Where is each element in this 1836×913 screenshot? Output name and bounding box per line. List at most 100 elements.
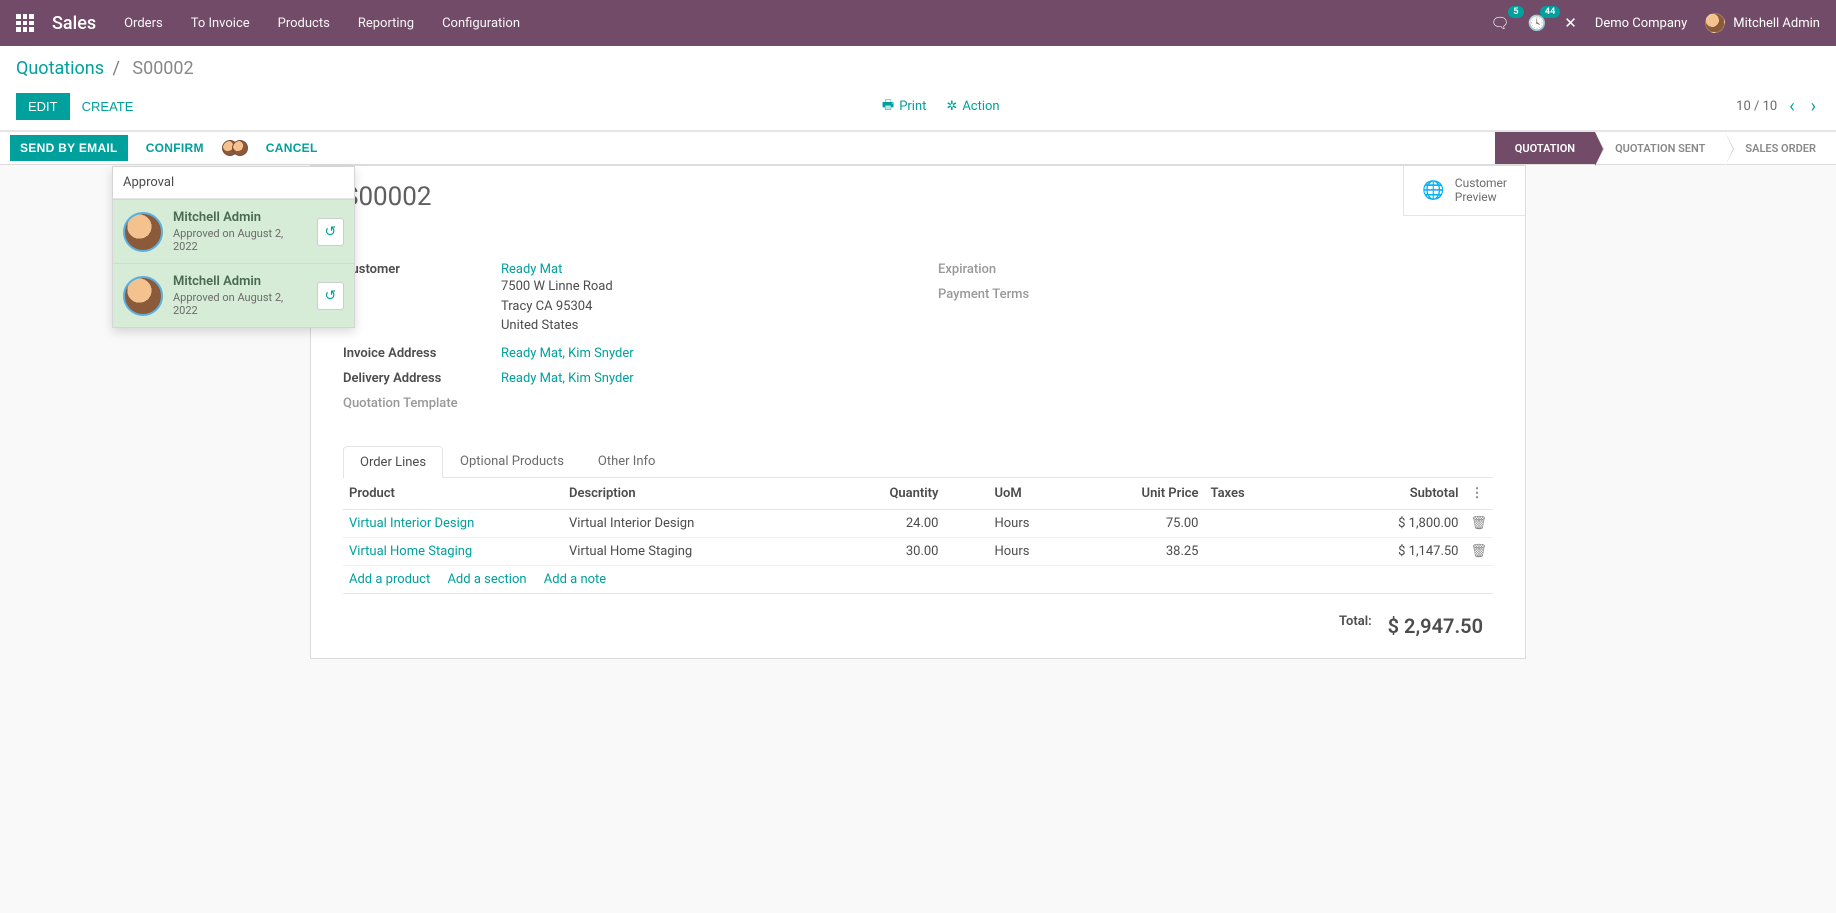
customer-city: Tracy CA 95304 — [501, 297, 613, 317]
tab-other-info[interactable]: Other Info — [581, 445, 673, 477]
add-section-link[interactable]: Add a section — [447, 572, 526, 587]
pager-prev-icon[interactable]: ‹ — [1785, 96, 1798, 117]
label-customer: Customer — [343, 262, 501, 336]
revoke-approval-button[interactable]: ↺ — [317, 282, 344, 310]
record-name: S00002 — [343, 182, 1493, 212]
breadcrumb-sep: / — [112, 58, 119, 79]
pager[interactable]: 10 / 10 — [1736, 99, 1777, 114]
approver-name: Mitchell Admin — [173, 274, 307, 289]
delete-line-icon[interactable]: 🗑 — [1470, 516, 1487, 531]
table-row[interactable]: Virtual Home Staging Virtual Home Stagin… — [343, 537, 1493, 565]
undo-icon: ↺ — [325, 224, 337, 240]
line-qty: 30.00 — [844, 537, 944, 565]
nav-configuration[interactable]: Configuration — [442, 16, 520, 31]
col-unit-price: Unit Price — [1064, 478, 1204, 510]
pager-next-icon[interactable]: › — [1807, 96, 1820, 117]
messages-badge: 5 — [1508, 6, 1523, 18]
action-button[interactable]: ✲Action — [946, 96, 999, 118]
cancel-button[interactable]: CANCEL — [256, 135, 328, 161]
line-product[interactable]: Virtual Interior Design — [349, 516, 474, 531]
line-taxes — [1204, 509, 1324, 537]
approval-item: Mitchell Admin Approved on August 2, 202… — [113, 199, 354, 263]
revoke-approval-button[interactable]: ↺ — [317, 218, 344, 246]
order-lines-table: Product Description Quantity UoM Unit Pr… — [343, 478, 1493, 594]
approval-meta: Approved on August 2, 2022 — [173, 291, 307, 317]
col-subtotal: Subtotal — [1324, 478, 1464, 510]
tab-order-lines[interactable]: Order Lines — [343, 446, 443, 478]
delivery-address-link[interactable]: Ready Mat, Kim Snyder — [501, 371, 634, 386]
columns-menu-icon[interactable]: ⋮ — [1470, 486, 1483, 501]
delete-line-icon[interactable]: 🗑 — [1470, 544, 1487, 559]
label-quotation-template: Quotation Template — [343, 396, 501, 411]
tabs: Order Lines Optional Products Other Info — [343, 445, 1493, 478]
approval-meta: Approved on August 2, 2022 — [173, 227, 307, 253]
line-uom: Hours — [944, 509, 1064, 537]
add-note-link[interactable]: Add a note — [544, 572, 606, 587]
line-taxes — [1204, 537, 1324, 565]
nav-menu: Orders To Invoice Products Reporting Con… — [124, 16, 520, 31]
apps-icon[interactable] — [16, 14, 34, 32]
nav-orders[interactable]: Orders — [124, 16, 163, 31]
nav-reporting[interactable]: Reporting — [358, 16, 414, 31]
col-taxes: Taxes — [1204, 478, 1324, 510]
invoice-address-link[interactable]: Ready Mat, Kim Snyder — [501, 346, 634, 361]
send-by-email-button[interactable]: SEND BY EMAIL — [10, 135, 128, 161]
form-sheet: 🌐 Customer Preview S00002 Customer Ready… — [310, 165, 1526, 659]
line-price: 38.25 — [1064, 537, 1204, 565]
add-product-link[interactable]: Add a product — [349, 572, 430, 587]
app-brand[interactable]: Sales — [52, 13, 96, 34]
line-subtotal: $ 1,147.50 — [1324, 537, 1464, 565]
button-box: 🌐 Customer Preview — [1403, 166, 1525, 216]
edit-button[interactable]: EDIT — [16, 93, 70, 120]
stage-quotation[interactable]: QUOTATION — [1495, 132, 1595, 164]
main-navbar: Sales Orders To Invoice Products Reporti… — [0, 0, 1836, 46]
tab-optional-products[interactable]: Optional Products — [443, 445, 581, 477]
approver-avatar-icon — [232, 140, 248, 156]
line-subtotal: $ 1,800.00 — [1324, 509, 1464, 537]
col-uom: UoM — [944, 478, 1064, 510]
stage-sales-order[interactable]: SALES ORDER — [1725, 132, 1836, 164]
print-button[interactable]: 🖶Print — [882, 96, 926, 118]
confirm-button[interactable]: CONFIRM — [136, 135, 214, 161]
col-product: Product — [343, 478, 563, 510]
status-bar: SEND BY EMAIL CONFIRM CANCEL QUOTATION Q… — [0, 131, 1836, 165]
company-name: Demo Company — [1595, 16, 1687, 31]
breadcrumb-parent[interactable]: Quotations — [16, 58, 104, 79]
customer-country: United States — [501, 316, 613, 336]
messages-icon[interactable]: 🗨5 — [1491, 14, 1510, 32]
breadcrumb: Quotations / S00002 — [16, 58, 1820, 79]
label-delivery-address: Delivery Address — [343, 371, 501, 386]
stage-quotation-sent[interactable]: QUOTATION SENT — [1595, 132, 1725, 164]
approval-popover: Approval Mitchell Admin Approved on Augu… — [112, 166, 355, 328]
user-name: Mitchell Admin — [1733, 16, 1820, 31]
total-value: $ 2,947.50 — [1388, 614, 1483, 638]
gear-icon: ✲ — [946, 99, 957, 114]
col-quantity: Quantity — [844, 478, 944, 510]
company-menu[interactable]: Demo Company — [1595, 16, 1687, 31]
add-line-row: Add a product Add a section Add a note — [343, 565, 1493, 593]
line-price: 75.00 — [1064, 509, 1204, 537]
table-row[interactable]: Virtual Interior Design Virtual Interior… — [343, 509, 1493, 537]
nav-toinvoice[interactable]: To Invoice — [191, 16, 250, 31]
customer-link[interactable]: Ready Mat — [501, 262, 562, 277]
user-menu[interactable]: Mitchell Admin — [1705, 13, 1820, 33]
print-icon: 🖶 — [882, 96, 894, 118]
activities-icon[interactable]: 🕓44 — [1528, 14, 1547, 32]
close-icon[interactable]: ✕ — [1564, 14, 1577, 32]
line-uom: Hours — [944, 537, 1064, 565]
col-description: Description — [563, 478, 844, 510]
label-payment-terms: Payment Terms — [938, 287, 1096, 302]
globe-icon: 🌐 — [1422, 180, 1444, 201]
customer-preview-button[interactable]: 🌐 Customer Preview — [1404, 166, 1525, 215]
approvers-avatars[interactable] — [222, 140, 248, 156]
approver-name: Mitchell Admin — [173, 210, 307, 225]
approval-item: Mitchell Admin Approved on August 2, 202… — [113, 263, 354, 327]
line-description: Virtual Home Staging — [563, 537, 844, 565]
create-button[interactable]: CREATE — [70, 93, 146, 120]
customer-street: 7500 W Linne Road — [501, 277, 613, 297]
nav-products[interactable]: Products — [278, 16, 330, 31]
line-product[interactable]: Virtual Home Staging — [349, 544, 472, 559]
avatar — [123, 212, 163, 252]
line-qty: 24.00 — [844, 509, 944, 537]
undo-icon: ↺ — [325, 288, 337, 304]
